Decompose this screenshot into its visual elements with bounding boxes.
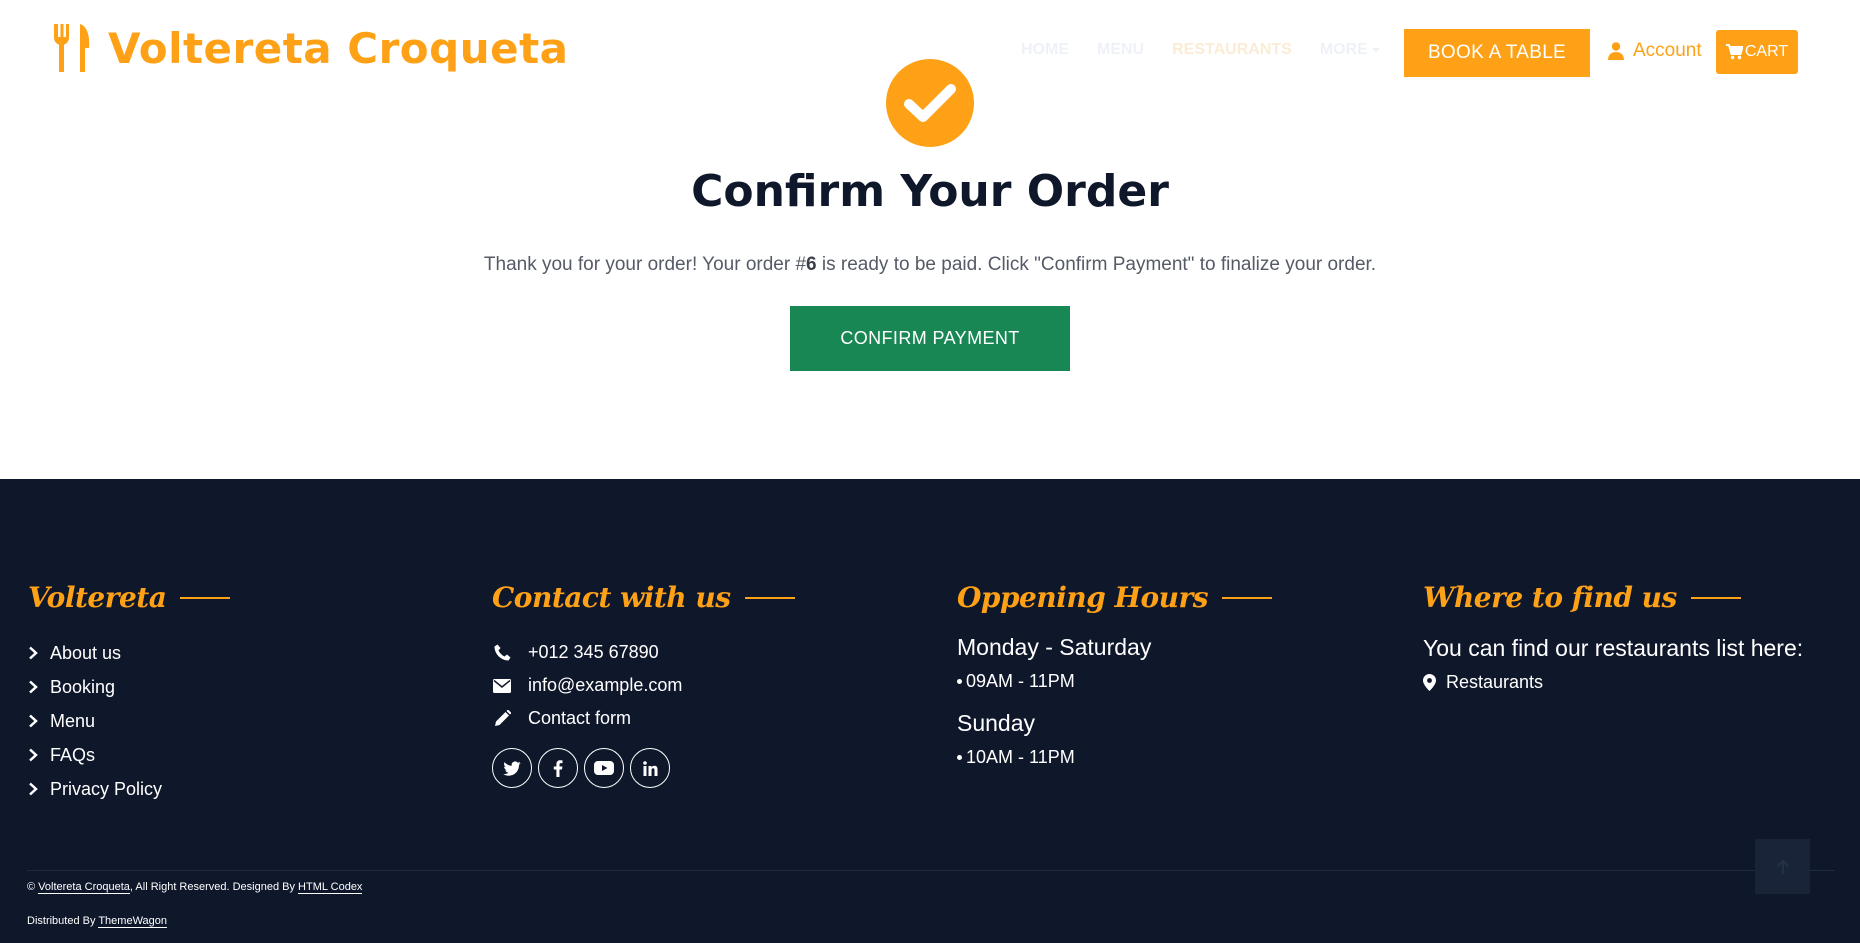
user-icon	[1608, 42, 1624, 60]
hours-time-sunday: 10AM - 11PM	[957, 747, 1272, 768]
copyright-rights: , All Right Reserved. Designed By	[129, 881, 299, 893]
social-links	[492, 748, 795, 788]
confirm-payment-button[interactable]: CONFIRM PAYMENT	[790, 306, 1070, 371]
cart-icon	[1725, 44, 1743, 60]
facebook-icon	[553, 759, 563, 777]
page-title: Confirm Your Order	[691, 166, 1169, 217]
copyright-line: © Voltereta Croqueta, All Right Reserved…	[27, 881, 363, 894]
map-marker-icon	[1423, 674, 1436, 691]
footer-heading-voltereta: Voltereta	[28, 581, 231, 614]
footer-col-location: Where to find us You can find our restau…	[1423, 581, 1803, 693]
distributed-text: Distributed By	[27, 915, 99, 927]
caret-down-icon	[1371, 47, 1380, 53]
footer-link-privacy[interactable]: Privacy Policy	[28, 772, 230, 806]
footer-heading-hours-text: Oppening Hours	[957, 581, 1209, 614]
hours-day-weekdays: Monday - Saturday	[957, 634, 1152, 660]
hours-time-sunday-text: 10AM - 11PM	[966, 747, 1075, 767]
footer-link-menu[interactable]: Menu	[28, 704, 230, 738]
book-table-button[interactable]: BOOK A TABLE	[1404, 29, 1590, 77]
footer-link-label: Privacy Policy	[50, 778, 163, 799]
footer-link-about[interactable]: About us	[28, 636, 230, 670]
contact-phone-text: +012 345 67890	[528, 642, 659, 662]
footer-col-hours: Oppening Hours Monday - Saturday 09AM - …	[957, 581, 1273, 768]
linkedin-icon	[642, 760, 657, 776]
footer-link-faqs[interactable]: FAQs	[28, 738, 230, 772]
cart-label: CART	[1744, 43, 1789, 60]
youtube-icon	[594, 761, 614, 775]
cart-button[interactable]: CART	[1716, 30, 1798, 74]
chevron-right-icon	[29, 782, 38, 796]
restaurants-link[interactable]: Restaurants	[1423, 672, 1803, 693]
nav-more-dropdown[interactable]: MORE	[1320, 41, 1380, 59]
footer-divider	[27, 870, 1835, 871]
pencil-icon	[492, 710, 512, 728]
footer-heading-location: Where to find us	[1423, 581, 1803, 614]
bullet-dot	[957, 679, 962, 684]
order-message-post: is ready to be paid. Click "Confirm Paym…	[816, 254, 1377, 275]
footer-link-label: Booking	[50, 676, 116, 697]
linkedin-link[interactable]	[630, 748, 670, 788]
chevron-right-icon	[29, 646, 38, 660]
footer-link-label: FAQs	[50, 744, 96, 765]
contact-form[interactable]: Contact form	[492, 702, 795, 735]
bullet-dot	[957, 755, 962, 760]
order-message: Thank you for your order! Your order #6 …	[0, 254, 1860, 276]
twitter-link[interactable]	[492, 748, 532, 788]
order-number: 6	[806, 254, 817, 275]
contact-phone[interactable]: +012 345 67890	[492, 636, 795, 669]
footer-heading-contact: Contact with us	[492, 581, 795, 614]
footer-link-label: About us	[50, 642, 122, 663]
arrow-up-icon	[1776, 858, 1789, 874]
phone-icon	[492, 644, 512, 662]
utensils-icon	[54, 24, 90, 72]
contact-list: +012 345 67890 info@example.com Contact …	[492, 636, 795, 735]
nav-links: HOME MENU RESTAURANTS MORE	[1021, 41, 1380, 59]
nav-more-label: MORE	[1319, 41, 1368, 58]
footer-heading-voltereta-text: Voltereta	[28, 581, 167, 614]
footer-col-voltereta: Voltereta About us Booking Menu FAQs Pri…	[28, 581, 231, 806]
footer-heading-location-text: Where to find us	[1423, 581, 1677, 614]
hours-time-weekdays-text: 09AM - 11PM	[966, 671, 1075, 691]
chevron-right-icon	[29, 714, 38, 728]
heading-divider	[1222, 596, 1273, 599]
hours-time-weekdays: 09AM - 11PM	[957, 671, 1272, 692]
navbar: Voltereta Croqueta HOME MENU RESTAURANTS…	[0, 0, 1860, 102]
order-message-pre: Thank you for your order! Your order #	[483, 254, 807, 275]
restaurants-link-label: Restaurants	[1446, 672, 1544, 692]
footer: Voltereta About us Booking Menu FAQs Pri…	[0, 479, 1860, 943]
twitter-icon	[503, 760, 521, 776]
footer-heading-contact-text: Contact with us	[492, 581, 731, 614]
brand-name: Voltereta Croqueta	[108, 23, 569, 73]
footer-links: About us Booking Menu FAQs Privacy Polic…	[28, 636, 230, 806]
back-to-top-button[interactable]	[1755, 839, 1810, 894]
brand-link[interactable]: Voltereta Croqueta	[52, 22, 569, 74]
footer-col-contact: Contact with us +012 345 67890 info@exam…	[492, 581, 795, 788]
nav-home[interactable]: HOME	[1021, 41, 1069, 59]
contact-form-text: Contact form	[528, 708, 632, 728]
heading-divider	[744, 596, 795, 599]
youtube-link[interactable]	[584, 748, 624, 788]
contact-email-text: info@example.com	[528, 675, 683, 695]
hours-day-sunday: Sunday	[957, 710, 1036, 736]
find-us-text: You can find our restaurants list here:	[1423, 635, 1804, 661]
contact-email[interactable]: info@example.com	[492, 669, 795, 702]
account-link[interactable]: Account	[1608, 40, 1702, 62]
heading-divider	[180, 596, 231, 599]
footer-heading-hours: Oppening Hours	[957, 581, 1273, 614]
facebook-link[interactable]	[538, 748, 578, 788]
footer-link-label: Menu	[50, 710, 96, 731]
designer-link[interactable]: HTML Codex	[298, 881, 363, 894]
distributor-link[interactable]: ThemeWagon	[98, 915, 168, 928]
chevron-right-icon	[29, 680, 38, 694]
chevron-right-icon	[29, 748, 38, 762]
copyright-symbol: ©	[27, 881, 36, 893]
copyright-site-link[interactable]: Voltereta Croqueta	[38, 881, 130, 894]
envelope-icon	[492, 677, 512, 695]
account-label: Account	[1633, 40, 1702, 61]
heading-divider	[1690, 596, 1741, 599]
nav-menu[interactable]: MENU	[1097, 41, 1144, 59]
distributed-line: Distributed By ThemeWagon	[27, 915, 168, 928]
footer-link-booking[interactable]: Booking	[28, 670, 230, 704]
nav-restaurants[interactable]: RESTAURANTS	[1172, 41, 1292, 59]
